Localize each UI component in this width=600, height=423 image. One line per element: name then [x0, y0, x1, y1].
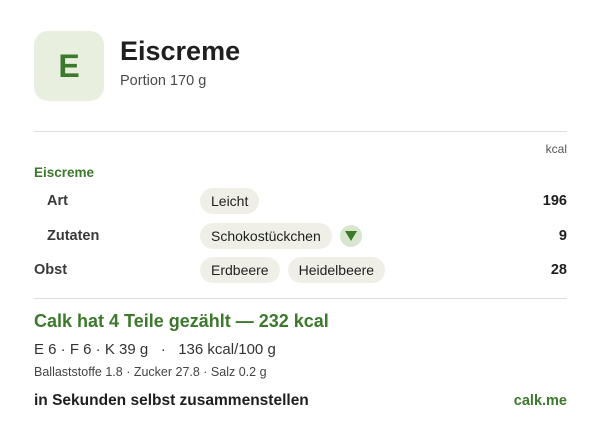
row-obst: Obst Erdbeere Heidelbeere 28 [34, 256, 567, 284]
row-label: Art [47, 193, 68, 209]
cta-text: in Sekunden selbst zusammenstellen [34, 392, 309, 409]
chip-schokostueckchen[interactable]: Schokostückchen [200, 223, 332, 249]
row-kcal: 28 [550, 262, 567, 278]
macro-values: E 6 · F 6 · K 39 g · 136 kcal/100 g [34, 341, 276, 358]
row-kcal: 196 [542, 193, 567, 209]
brand-link[interactable]: calk.me [514, 393, 567, 409]
row-zutaten: Zutaten Schokostückchen 9 [34, 222, 567, 250]
chip-heidelbeere[interactable]: Heidelbeere [287, 257, 386, 283]
summary-headline: Calk hat 4 Teile gezählt — 232 kcal [34, 311, 329, 331]
nutrient-details: Ballaststoffe 1.8 · Zucker 27.8 · Salz 0… [34, 365, 267, 379]
row-kcal: 9 [558, 228, 567, 244]
chip-group: Erdbeere Heidelbeere [200, 257, 386, 283]
row-label: Obst [34, 262, 68, 278]
dropdown-toggle-button[interactable] [339, 225, 362, 247]
section-label: Eiscreme [34, 165, 95, 180]
kcal-column-header: kcal [545, 142, 567, 156]
chip-group: Leicht [200, 188, 260, 214]
divider-top [34, 131, 567, 132]
chip-erdbeere[interactable]: Erdbeere [200, 257, 280, 283]
food-badge: E [34, 31, 104, 101]
row-label: Zutaten [47, 228, 100, 244]
row-art: Art Leicht 196 [34, 187, 567, 215]
triangle-down-icon [344, 231, 357, 241]
food-title: Eiscreme [120, 36, 241, 66]
chip-leicht[interactable]: Leicht [200, 188, 260, 214]
chip-group: Schokostückchen [200, 223, 362, 249]
badge-letter: E [58, 47, 80, 84]
portion-size: Portion 170 g [120, 73, 207, 89]
divider-bottom [34, 298, 567, 299]
food-header: E Eiscreme Portion 170 g [34, 31, 567, 103]
